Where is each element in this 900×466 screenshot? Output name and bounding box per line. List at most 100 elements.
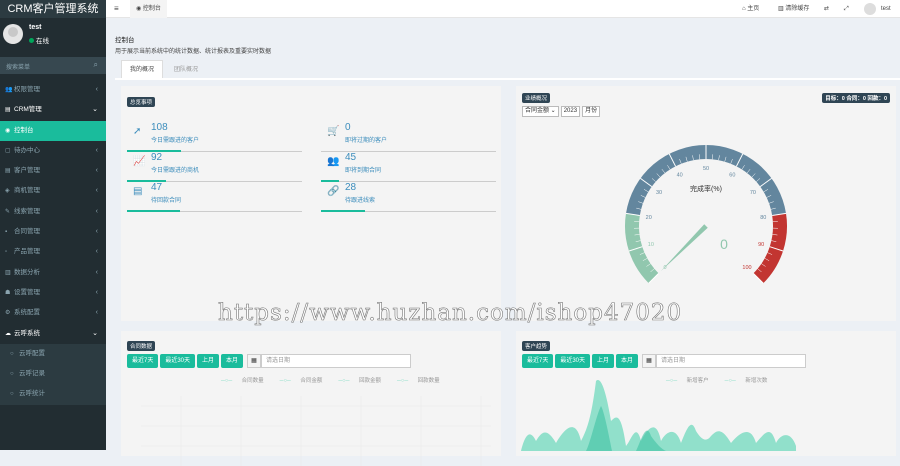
legend-item[interactable]: ─○─ 合同数量 [221,378,272,384]
trend-icon: 📈 [133,156,147,170]
clear-cache-link[interactable]: ▥ 清除缓存 [778,0,809,18]
home-label: 主页 [747,6,759,12]
user-name: test [29,24,41,31]
legend-item[interactable]: ─○─ 回款数量 [397,378,448,384]
calendar-icon[interactable]: ▦ [642,354,656,368]
page-description: 用于展示当前系统中的统计数据、统计报表及重要实时数据 [115,46,900,55]
last-7-days-button[interactable]: 最近7天 [127,354,158,368]
stat-label: 待回款合同 [151,195,181,204]
topbar-avatar[interactable] [864,3,876,15]
sidebar-subitem-2[interactable]: ○云呼统计 [0,384,106,404]
sidebar-item-12[interactable]: ☁云呼系统⌄ [0,324,106,344]
chevron-icon: ‹ [96,242,98,262]
topbar: ≡ ◉ 控制台 ⌂ 主页 ▥ 清除缓存 ⇄ ⤢ test [106,0,900,18]
stat-label: 即将到期合同 [345,165,381,174]
last-7-days-button[interactable]: 最近7天 [522,354,553,368]
sidebar-item-7[interactable]: ▪合同管理‹ [0,222,106,242]
calendar-icon[interactable]: ▦ [247,354,261,368]
menu-toggle-icon[interactable]: ≡ [114,0,119,18]
performance-filters: 合同金额 ⌄2023月份 [522,106,602,117]
chevron-icon: ‹ [96,283,98,303]
tab-dashboard-label: 控制台 [143,6,161,12]
watermark: https://www.huzhan.com/ishop47020 [218,300,682,326]
tab-dashboard[interactable]: ◉ 控制台 [130,0,167,18]
home-link[interactable]: ⌂ 主页 [742,0,759,18]
stat-card[interactable]: 👥45即将到期合同 [321,152,496,182]
type-select-value: 合同金额 [525,108,549,114]
stat-card[interactable]: ➚108今日需跟进的客户 [127,122,302,152]
sidebar-item-3[interactable]: ▢待办中心‹ [0,141,106,161]
sidebar-item-11[interactable]: ⚙系统配置‹ [0,303,106,323]
users-icon: 👥 [5,80,14,100]
list-icon: ▤ [5,100,14,120]
contract-date-input[interactable]: 请选日期 [261,354,411,368]
chevron-icon: ‹ [96,141,98,161]
sidebar-item-label: 控制台 [14,127,34,134]
contract-stats-panel: 合同数据 最近7天最近30天上月本月 ▦请选日期 ─○─ 合同数量─○─ 合同金… [121,331,501,456]
sidebar-item-8[interactable]: ▫产品管理‹ [0,242,106,262]
stat-card[interactable]: ▤47待回款合同 [127,182,302,212]
sidebar-subitem-0[interactable]: ○云呼配置 [0,344,106,364]
brand-title[interactable]: CRM客户管理系统 [0,0,106,18]
stat-card[interactable]: 🔗28待跟进线索 [321,182,496,212]
sidebar-item-9[interactable]: ▥数据分析‹ [0,263,106,283]
search-icon[interactable]: ⌕ [94,60,98,70]
menu-search[interactable]: 搜索菜单 ⌕ [0,57,106,74]
customer-icon: ▤ [5,161,14,181]
legend-label: 回款金额 [359,378,381,384]
period-select[interactable]: 月份 [582,106,600,117]
menu-search-input[interactable]: 搜索菜单 [6,62,30,71]
gauge-tick-label: 40 [677,172,683,178]
sidebar-subitem-label: 云呼统计 [19,390,45,397]
customer-filters: 最近7天最近30天上月本月 ▦请选日期 [522,354,806,368]
sidebar-item-10[interactable]: ☗设置管理‹ [0,283,106,303]
sidebar-item-2[interactable]: ◉控制台 [0,121,106,141]
cart-icon: 🛒 [327,126,341,140]
sidebar-item-6[interactable]: ✎线索管理‹ [0,202,106,222]
sidebar-subitem-label: 云呼配置 [19,350,45,357]
this-month-button[interactable]: 本月 [616,354,638,368]
sidebar-item-5[interactable]: ◈商机管理‹ [0,181,106,201]
avatar [3,24,23,44]
legend-item[interactable]: ─○─ 合同金额 [280,378,331,384]
stat-value: 45 [345,152,356,163]
last-30-days-button[interactable]: 最近30天 [160,354,195,368]
opportunity-icon: ◈ [5,181,14,201]
stat-label: 即将过期的客户 [345,135,387,144]
last-month-button[interactable]: 上月 [592,354,614,368]
stat-value: 47 [151,182,162,193]
overview-badge: 总览事项 [127,97,155,107]
tab-team-overview[interactable]: 团队概况 [166,61,206,79]
circle-icon: ○ [10,364,19,384]
type-select[interactable]: 合同金额 ⌄ [522,106,559,117]
tab-my-overview[interactable]: 我的概况 [121,60,163,78]
last-30-days-button[interactable]: 最近30天 [555,354,590,368]
performance-badge: 业绩概况 [522,93,550,103]
fullscreen-icon[interactable]: ⤢ [844,0,849,18]
language-icon[interactable]: ⇄ [824,0,829,18]
stat-card[interactable]: 📈92今日需跟进的商机 [127,152,302,182]
customer-date-input[interactable]: 请选日期 [656,354,806,368]
legend-item[interactable]: ─○─ 回款金额 [338,378,389,384]
sidebar-item-4[interactable]: ▤客户管理‹ [0,161,106,181]
online-dot-icon [29,38,34,43]
last-month-button[interactable]: 上月 [197,354,219,368]
performance-panel: 业绩概况 目标：0 合同：0 回款：0 合同金额 ⌄2023月份 0102030… [516,86,896,321]
sidebar-item-0[interactable]: 👥权限管理‹ [0,80,106,100]
chevron-icon: ⌄ [92,100,98,120]
page-title: 控制台 [115,34,900,44]
chevron-icon: ‹ [96,80,98,100]
stat-label: 今日需跟进的商机 [151,165,199,174]
chart-icon: ▥ [5,263,14,283]
sidebar-subitem-1[interactable]: ○云呼记录 [0,364,106,384]
sidebar-item-1[interactable]: ▤CRM管理⌄ [0,100,106,120]
sidebar-item-label: 数据分析 [14,269,40,276]
year-input[interactable]: 2023 [561,106,580,117]
this-month-button[interactable]: 本月 [221,354,243,368]
topbar-user-name[interactable]: test [881,0,891,18]
gauge-tick-label: 10 [648,242,654,248]
profile-icon: ☗ [5,283,14,303]
legend-label: 合同金额 [300,378,322,384]
stat-card[interactable]: 🛒0即将过期的客户 [321,122,496,152]
contract-filters: 最近7天最近30天上月本月 ▦请选日期 [127,354,411,368]
